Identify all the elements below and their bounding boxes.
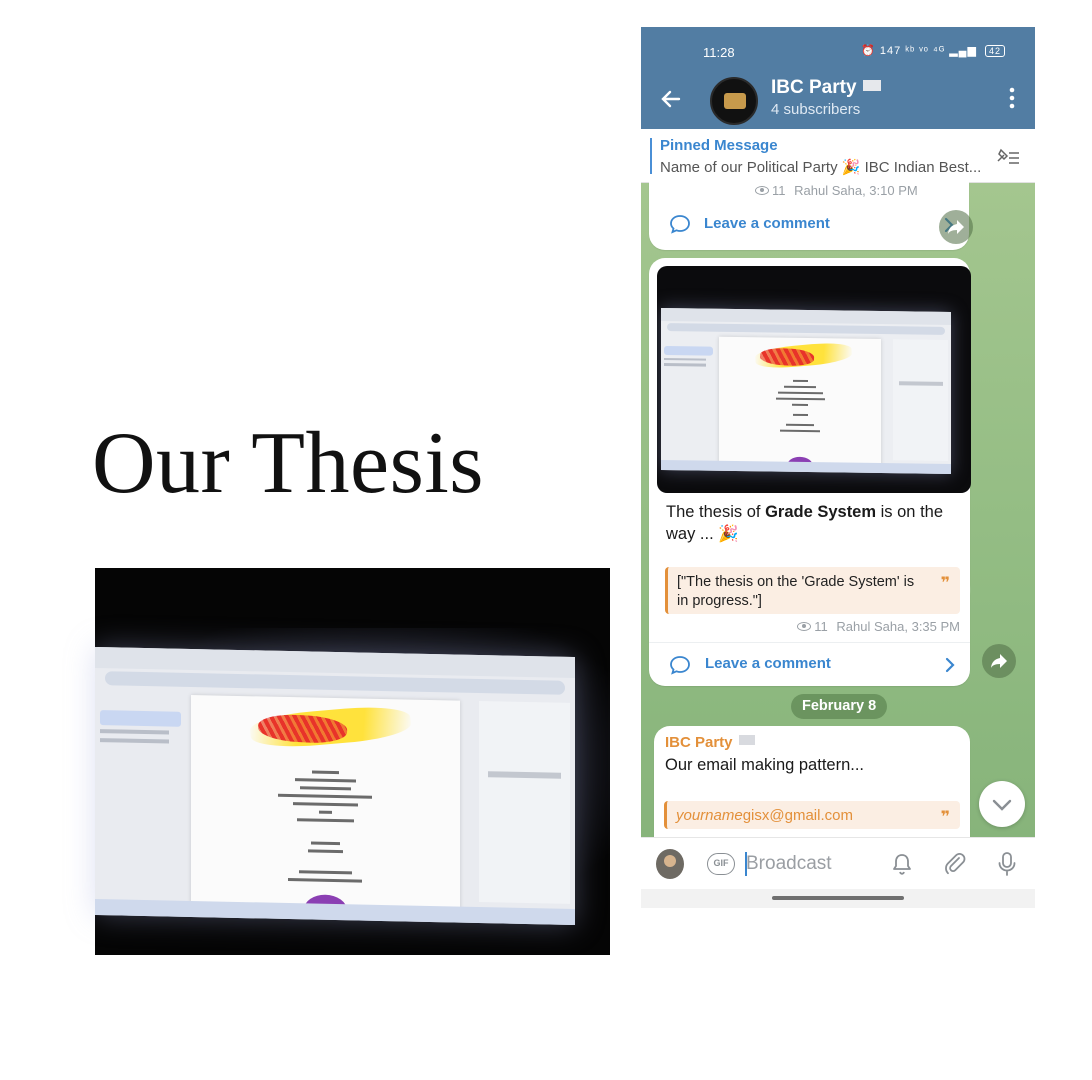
docs-page: [191, 694, 460, 915]
post-bubble-2: The thesis of Grade System is on the way…: [649, 258, 971, 686]
docs-outline-line: [99, 738, 170, 744]
quote-text: yournamegisx@gmail.com: [676, 806, 928, 825]
channel-name-text: IBC Party: [771, 77, 857, 98]
date-divider: February 8: [791, 694, 888, 719]
leave-comment-label: Leave a comment: [704, 215, 830, 232]
message-input-bar: GIF: [641, 837, 1035, 889]
forward-icon: [991, 654, 1007, 668]
share-button[interactable]: [982, 644, 1016, 678]
chat-header: IBC Party 4 subscribers: [641, 77, 1035, 129]
gif-icon[interactable]: GIF: [707, 853, 735, 875]
red-scribble: [257, 713, 348, 746]
quote-icon: ❞: [940, 809, 950, 826]
telegram-phone-screenshot: 11:28 ⏰ 147 ᵏᵇ ᵛᵒ ⁴ᴳ ▂▄▆ 42 IBC Party 4 …: [641, 27, 1035, 908]
view-count: 11: [814, 619, 828, 634]
channel-avatar[interactable]: [710, 77, 758, 125]
post-photo[interactable]: [657, 266, 971, 493]
docs-outline-panel: [99, 693, 182, 896]
chevron-down-icon: [992, 799, 1012, 811]
bell-icon[interactable]: [891, 852, 913, 876]
microphone-icon[interactable]: [997, 851, 1017, 877]
more-vert-icon[interactable]: [1009, 87, 1015, 109]
post-text: Our email making pattern...: [665, 756, 864, 774]
status-time: 11:28: [703, 45, 735, 60]
quote-rest: gisx@gmail.com: [742, 807, 853, 824]
forward-icon: [948, 220, 964, 234]
chevron-right-icon: [945, 657, 955, 673]
post-text-bold: Grade System: [765, 503, 877, 521]
quote-text: ["The thesis on the 'Grade System' is in…: [677, 574, 915, 609]
docs-outline-line: [99, 729, 170, 735]
share-button[interactable]: [939, 210, 973, 244]
author-time: Rahul Saha, 3:35 PM: [836, 619, 960, 634]
paperclip-icon[interactable]: [943, 851, 967, 877]
quote-block: yournamegisx@gmail.com ❞: [664, 801, 960, 829]
views-icon: [755, 186, 769, 195]
broadcast-input[interactable]: [746, 850, 876, 878]
laptop-screen-document: [95, 646, 575, 926]
leave-comment-row[interactable]: Leave a comment: [649, 642, 970, 686]
subscriber-count: 4 subscribers: [771, 101, 861, 118]
quote-italic: yourname: [676, 807, 743, 824]
post-text: The thesis of Grade System is on the way…: [666, 501, 966, 545]
redacted-scribble: [248, 703, 413, 752]
post-bubble-1: 11 Rahul Saha, 3:10 PM Leave a comment: [649, 182, 969, 250]
post-author-name: IBC Party: [665, 734, 733, 751]
views-icon: [797, 622, 812, 631]
pin-list-icon[interactable]: [995, 145, 1021, 167]
thesis-title-lines: [258, 765, 392, 884]
back-arrow-icon[interactable]: [659, 87, 683, 111]
status-icons: ⏰ 147 ᵏᵇ ᵛᵒ ⁴ᴳ ▂▄▆ 42: [861, 44, 1005, 57]
pinned-text: Name of our Political Party 🎉 IBC Indian…: [660, 159, 982, 176]
view-count: 11: [772, 183, 786, 198]
post-meta: 11 Rahul Saha, 3:10 PM: [755, 183, 918, 198]
post-meta: 11 Rahul Saha, 3:35 PM: [797, 619, 960, 634]
gesture-navigation-bar: [641, 889, 1035, 908]
quote-block: ["The thesis on the 'Grade System' is in…: [665, 567, 960, 614]
docs-image-options-panel: [479, 700, 571, 904]
comment-bubble-icon: [670, 656, 690, 675]
battery-icon: 42: [984, 45, 1005, 57]
author-time: Rahul Saha, 3:10 PM: [794, 183, 918, 198]
white-flag-icon: [738, 735, 755, 745]
leave-comment-label: Leave a comment: [705, 655, 831, 672]
post-text-part: The thesis of: [666, 503, 766, 521]
white-flag-icon: [862, 80, 881, 91]
status-indicators: ⏰ 147 ᵏᵇ ᵛᵒ ⁴ᴳ ▂▄▆: [861, 45, 977, 57]
pinned-title: Pinned Message: [660, 137, 778, 154]
photo-laptop-screen: [661, 307, 951, 475]
user-avatar[interactable]: [656, 849, 684, 879]
home-indicator[interactable]: [772, 896, 904, 900]
pinned-indicator: [650, 138, 652, 174]
status-bar: 11:28 ⏰ 147 ᵏᵇ ᵛᵒ ⁴ᴳ ▂▄▆ 42: [641, 27, 1035, 77]
leave-comment-row[interactable]: Leave a comment: [649, 204, 969, 248]
channel-name[interactable]: IBC Party: [771, 77, 881, 99]
post-author: IBC Party: [665, 734, 755, 751]
pinned-message-bar[interactable]: Pinned Message Name of our Political Par…: [641, 129, 1035, 183]
slide-title: Our Thesis: [92, 415, 485, 512]
quote-icon: ❞: [940, 575, 950, 592]
scroll-down-button[interactable]: [979, 781, 1025, 827]
redacted-scribble: [753, 340, 853, 371]
comment-bubble-icon: [670, 215, 690, 234]
docs-tab-item: [99, 710, 182, 727]
